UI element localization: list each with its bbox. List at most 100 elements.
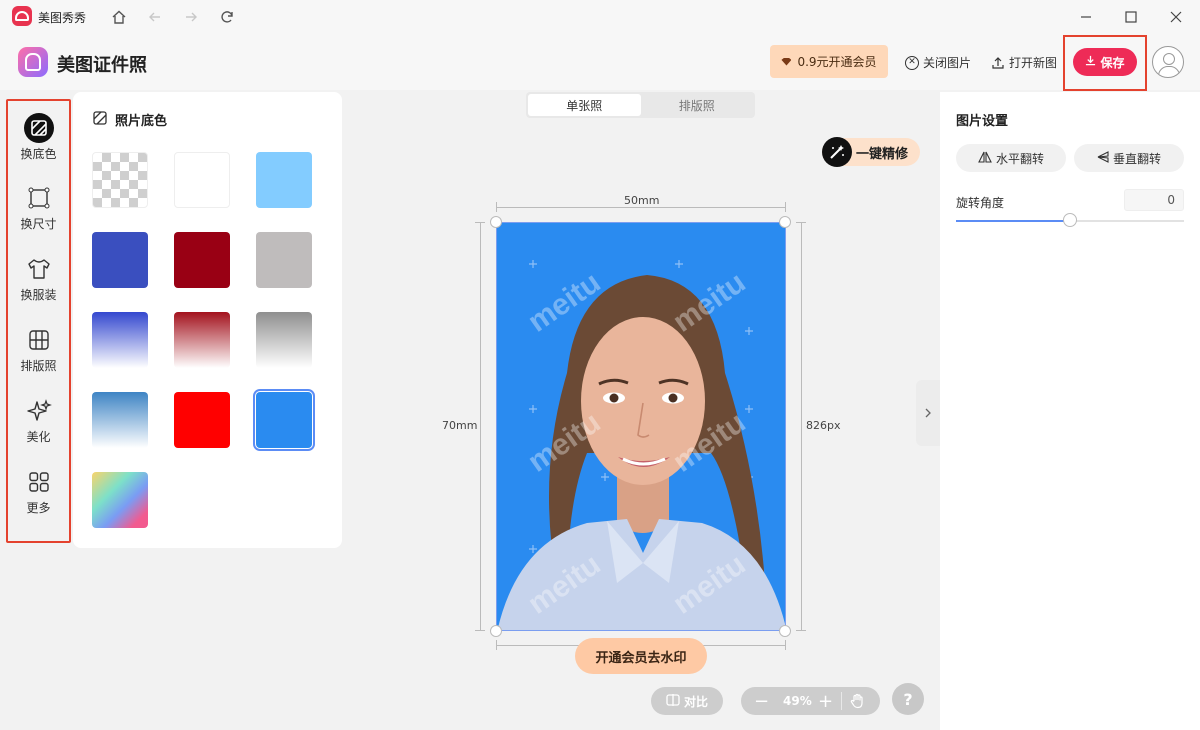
dimension-tick	[475, 630, 485, 631]
open-new-image-button[interactable]: 打开新图	[991, 54, 1057, 71]
swatch-sky-gradient[interactable]	[92, 392, 148, 448]
flip-horizontal-icon	[978, 151, 992, 166]
sidebar-item-label: 排版照	[20, 359, 57, 373]
dimension-tick	[496, 202, 497, 212]
resize-handle-bottom-left[interactable]	[490, 625, 502, 637]
refresh-icon[interactable]	[215, 5, 239, 29]
flip-vertical-label: 垂直翻转	[1112, 151, 1161, 166]
rotate-angle-input[interactable]: 0	[1124, 189, 1184, 211]
sidebar-item-label: 换服装	[20, 288, 57, 302]
resize-handle-top-left[interactable]	[490, 216, 502, 228]
flip-horizontal-label: 水平翻转	[995, 151, 1044, 166]
sidebar-item-label: 换底色	[20, 147, 57, 161]
swatch-light-blue[interactable]	[256, 152, 312, 208]
swatch-gray-gradient[interactable]	[256, 312, 312, 368]
sidebar-item-more[interactable]: 更多	[8, 467, 69, 527]
tshirt-icon	[24, 254, 54, 284]
resize-handle-bottom-right[interactable]	[779, 625, 791, 637]
maximize-icon[interactable]	[1117, 4, 1145, 30]
app-name: 美图秀秀	[38, 11, 87, 25]
help-button[interactable]: ?	[892, 683, 924, 715]
flip-horizontal-button[interactable]: 水平翻转	[956, 144, 1066, 172]
one-click-enhance-button[interactable]: 一键精修	[822, 137, 920, 167]
tab-layout-photo[interactable]: 排版照	[641, 94, 754, 116]
panel-title-label: 照片底色	[115, 114, 168, 129]
layout-grid-icon	[24, 325, 54, 355]
id-photo-preview[interactable]: meitu meitu meitu meitu meitu meitu	[496, 222, 786, 631]
swatch-rainbow[interactable]	[92, 472, 148, 528]
close-image-button[interactable]: ✕ 关闭图片	[905, 54, 971, 71]
forward-arrow-icon[interactable]	[179, 5, 203, 29]
zoom-out-icon[interactable]: −	[754, 691, 769, 712]
open-new-image-label: 打开新图	[1009, 56, 1058, 70]
sidebar-item-resize[interactable]: 换尺寸	[8, 183, 69, 243]
sidebar-item-layout[interactable]: 排版照	[8, 325, 69, 385]
background-color-icon	[23, 113, 54, 143]
swatch-transparent[interactable]	[92, 152, 148, 208]
swatch-red[interactable]	[174, 392, 230, 448]
panel-title: 图片设置	[956, 114, 1009, 129]
sidebar-item-label: 美化	[26, 430, 51, 444]
more-grid-icon	[24, 467, 54, 497]
dimension-tick	[796, 630, 806, 631]
swatch-gray[interactable]	[256, 232, 312, 288]
swatch-dark-red[interactable]	[174, 232, 230, 288]
sidebar-item-clothing[interactable]: 换服装	[8, 254, 69, 314]
divider	[841, 692, 842, 710]
width-mm-label: 50mm	[624, 194, 660, 207]
compare-button[interactable]: 对比	[651, 687, 723, 715]
height-px-dimension-line	[801, 222, 802, 631]
swatch-red-gradient[interactable]	[174, 312, 230, 368]
height-dimension-line	[480, 222, 481, 631]
width-dimension-line	[496, 207, 786, 208]
rotate-slider-fill	[956, 220, 1070, 222]
rotate-slider[interactable]	[956, 213, 1184, 227]
dimension-tick	[785, 640, 786, 650]
height-mm-label: 70mm	[442, 419, 478, 432]
home-icon[interactable]	[107, 5, 131, 29]
diamond-icon	[781, 57, 792, 66]
save-label: 保存	[1100, 55, 1125, 70]
meitu-app-logo-icon	[12, 6, 32, 26]
image-settings-panel: 图片设置 水平翻转 垂直翻转 旋转角度 0	[940, 92, 1200, 730]
close-window-icon[interactable]	[1162, 4, 1190, 30]
zoom-level: 49%	[783, 694, 812, 708]
swatch-blue-gradient[interactable]	[92, 312, 148, 368]
enhance-label: 一键精修	[856, 146, 909, 162]
resize-handle-top-right[interactable]	[779, 216, 791, 228]
swatch-blue[interactable]	[92, 232, 148, 288]
collapse-panel-toggle[interactable]	[916, 380, 940, 446]
save-button[interactable]: 保存	[1073, 48, 1137, 76]
tool-sidebar: 换底色 换尺寸 换服装 排版照 美化 更多	[6, 99, 71, 543]
vip-button[interactable]: 0.9元开通会员	[770, 45, 888, 78]
photo-mode-tabs: 单张照 排版照	[526, 92, 755, 118]
swatch-white[interactable]	[174, 152, 230, 208]
user-avatar-icon[interactable]	[1152, 46, 1184, 78]
background-color-panel: 照片底色	[73, 92, 342, 548]
id-photo-logo-icon	[18, 47, 48, 77]
panel-title: 照片底色	[93, 110, 167, 129]
back-arrow-icon[interactable]	[143, 5, 167, 29]
vip-label: 0.9元开通会员	[797, 55, 877, 69]
remove-watermark-button[interactable]: 开通会员去水印	[575, 638, 707, 674]
rotate-angle-label: 旋转角度	[956, 196, 1005, 210]
flip-vertical-icon	[1097, 150, 1109, 166]
dimension-tick	[496, 640, 497, 650]
zoom-in-icon[interactable]: +	[818, 691, 833, 712]
dimension-tick	[785, 202, 786, 212]
swatch-bright-blue[interactable]	[253, 389, 315, 451]
minimize-icon[interactable]	[1072, 4, 1100, 30]
sidebar-item-background-color[interactable]: 换底色	[8, 113, 69, 173]
tab-single-photo[interactable]: 单张照	[528, 94, 641, 116]
close-circle-icon: ✕	[905, 55, 919, 70]
close-image-label: 关闭图片	[923, 56, 972, 70]
compare-label: 对比	[683, 694, 708, 709]
dimension-tick	[475, 222, 485, 223]
title-bar: 美图秀秀	[0, 0, 1200, 34]
magic-wand-icon	[822, 137, 852, 167]
download-icon	[1085, 55, 1096, 69]
sidebar-item-beautify[interactable]: 美化	[8, 396, 69, 456]
rotate-slider-thumb[interactable]	[1063, 213, 1077, 227]
hand-pan-icon[interactable]	[849, 693, 865, 712]
flip-vertical-button[interactable]: 垂直翻转	[1074, 144, 1184, 172]
